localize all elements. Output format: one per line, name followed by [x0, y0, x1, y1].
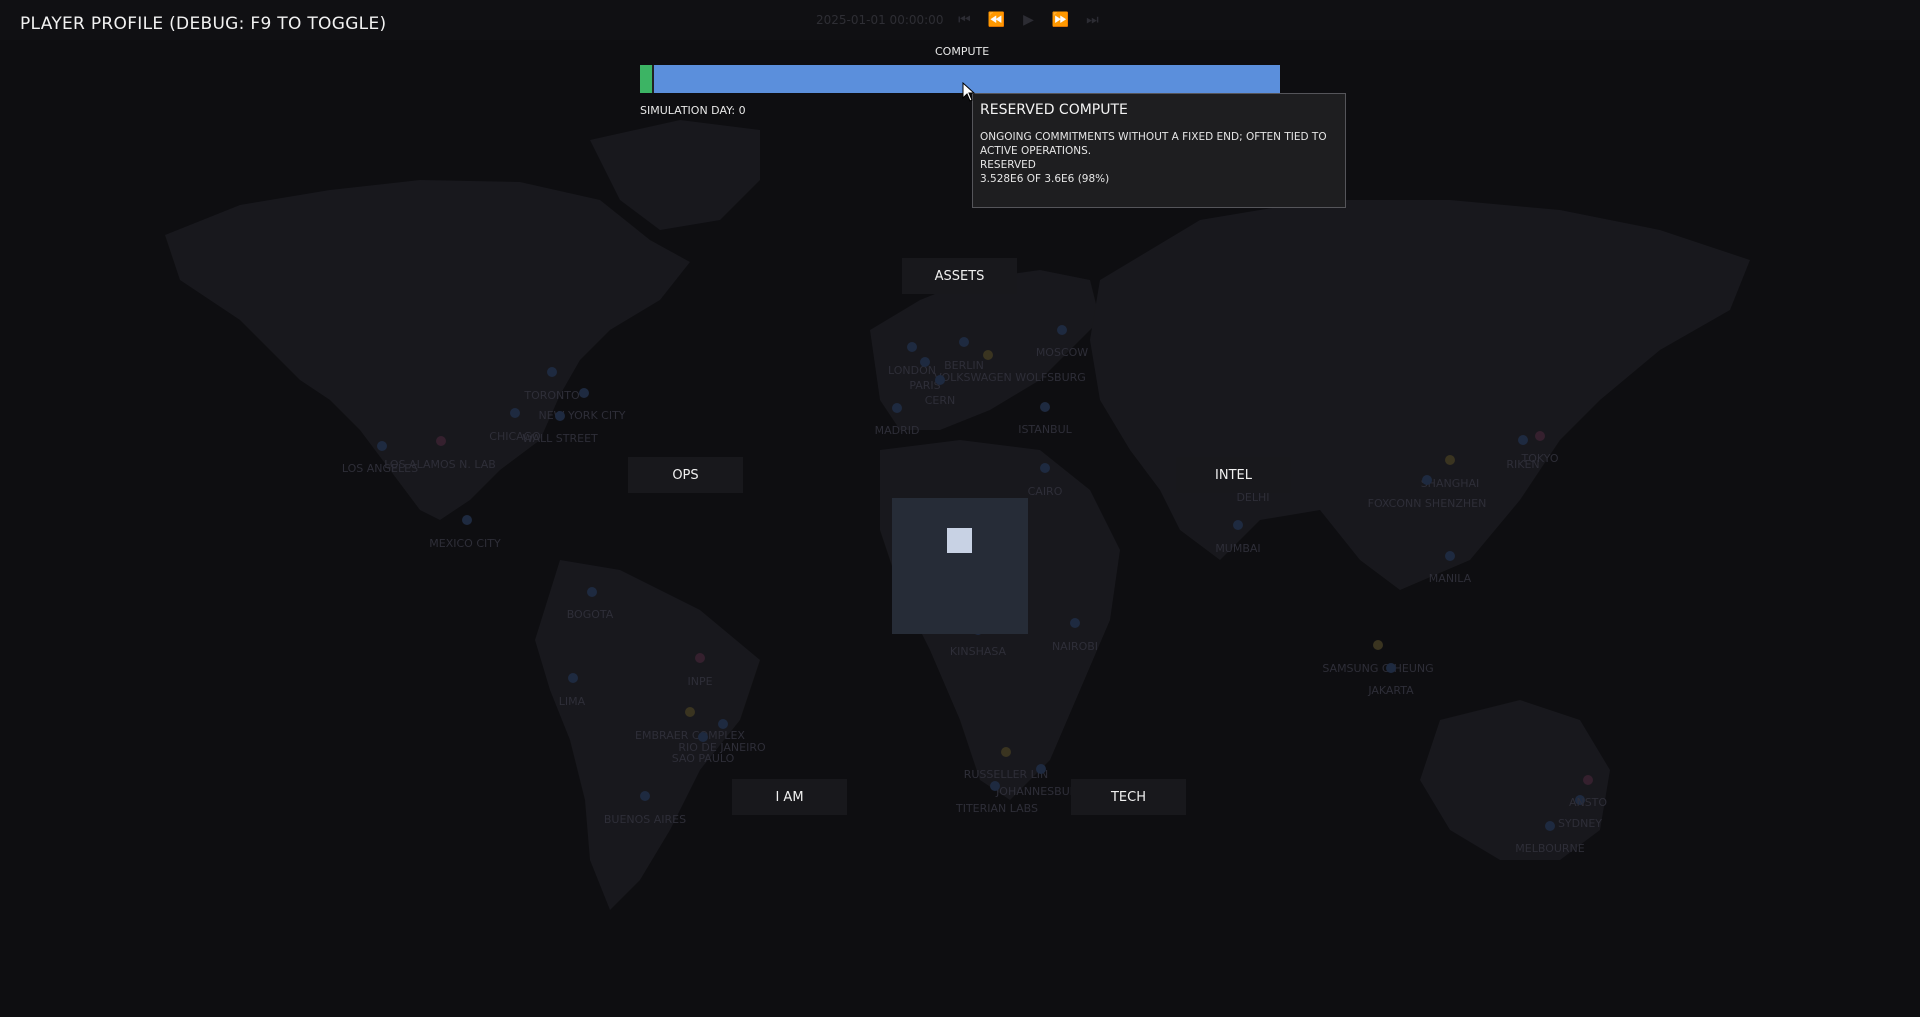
- rewind-icon[interactable]: ⏪: [985, 11, 1007, 29]
- city-dot-paris[interactable]: [920, 357, 930, 367]
- city-dot-shanghai[interactable]: [1445, 455, 1455, 465]
- assets-button[interactable]: ASSETS: [902, 258, 1017, 294]
- city-dot-mumbai[interactable]: [1233, 520, 1243, 530]
- hub-indicator: [947, 528, 972, 553]
- tooltip-description: ONGOING COMMITMENTS WITHOUT A FIXED END;…: [980, 131, 1327, 157]
- city-label-moscow: MOSCOW: [1036, 346, 1088, 359]
- city-label-nairobi: NAIROBI: [1052, 640, 1098, 653]
- time-controls: 2025-01-01 00:00:00 ⏮ ⏪ ▶ ⏩ ⏭: [816, 10, 1103, 30]
- city-label-mexico-city: MEXICO CITY: [429, 537, 501, 550]
- play-icon[interactable]: ▶: [1017, 11, 1039, 29]
- i-am-button[interactable]: I AM: [732, 779, 847, 815]
- city-label-kinshasa: KINSHASA: [950, 645, 1007, 658]
- city-dot-samsung-giheung[interactable]: [1373, 640, 1383, 650]
- compute-segment-available[interactable]: [640, 65, 652, 93]
- city-label-wall-street: WALL STREET: [522, 432, 598, 445]
- city-dot-melbourne[interactable]: [1545, 821, 1555, 831]
- city-label-toronto: TORONTO: [523, 389, 580, 402]
- city-dot-cairo[interactable]: [1040, 463, 1050, 473]
- city-dot-mexico-city[interactable]: [462, 515, 472, 525]
- city-dot-toronto[interactable]: [547, 367, 557, 377]
- city-label-ansto: ANSTO: [1569, 796, 1607, 809]
- simulation-day: SIMULATION DAY: 0: [640, 104, 746, 117]
- step-back-icon[interactable]: ⏮: [953, 11, 975, 29]
- city-dot-rio-de-janeiro[interactable]: [718, 719, 728, 729]
- city-label-new-york-city: NEW YORK CITY: [538, 409, 625, 422]
- city-dot-nairobi[interactable]: [1070, 618, 1080, 628]
- compute-label: COMPUTE: [935, 45, 990, 58]
- city-label-istanbul: ISTANBUL: [1018, 423, 1072, 436]
- tech-button[interactable]: TECH: [1071, 779, 1186, 815]
- asia-landmass: [1090, 200, 1750, 590]
- city-label-manila: MANILA: [1429, 572, 1472, 585]
- city-dot-sao-paulo[interactable]: [698, 732, 708, 742]
- city-dot-foxconn-shenzhen[interactable]: [1422, 475, 1432, 485]
- city-label-samsung-giheung: SAMSUNG GIHEUNG: [1322, 662, 1433, 675]
- city-dot-riken[interactable]: [1518, 435, 1528, 445]
- compute-bar[interactable]: [640, 65, 1280, 93]
- city-label-bogota: BOGOTA: [567, 608, 614, 621]
- mouse-cursor-icon: [962, 82, 976, 102]
- city-dot-manila[interactable]: [1445, 551, 1455, 561]
- city-dot-istanbul[interactable]: [1040, 402, 1050, 412]
- center-hub[interactable]: [892, 498, 1028, 634]
- city-dot-ansto[interactable]: [1583, 775, 1593, 785]
- city-label-london: LONDON: [888, 364, 936, 377]
- city-dot-buenos-aires[interactable]: [640, 791, 650, 801]
- city-label-riken: RIKEN: [1506, 458, 1539, 471]
- city-dot-los-angeles[interactable]: [377, 441, 387, 451]
- city-dot-embraer-complex[interactable]: [685, 707, 695, 717]
- city-label-titerian-labs: TITERIAN LABS: [955, 802, 1038, 815]
- city-dot-london[interactable]: [907, 342, 917, 352]
- sim-clock: 2025-01-01 00:00:00: [816, 13, 944, 27]
- city-dot-chicago[interactable]: [510, 408, 520, 418]
- city-label-foxconn-shenzhen: FOXCONN SHENZHEN: [1368, 497, 1487, 510]
- city-label-jakarta: JAKARTA: [1367, 684, 1414, 697]
- tooltip-title: RESERVED COMPUTE: [980, 102, 1128, 118]
- city-dot-johannesburg[interactable]: [1036, 764, 1046, 774]
- city-label-cern: CERN: [925, 394, 956, 407]
- city-label-madrid: MADRID: [875, 424, 920, 437]
- city-dot-new-york-city[interactable]: [579, 388, 589, 398]
- city-dot-bogota[interactable]: [587, 587, 597, 597]
- tooltip-value: 3.528E6 OF 3.6E6 (98%): [980, 173, 1110, 185]
- ops-button[interactable]: OPS: [628, 457, 743, 493]
- city-dot-titerian-labs[interactable]: [990, 781, 1000, 791]
- city-label-cairo: CAIRO: [1028, 485, 1063, 498]
- city-dot-los-alamos-n-lab[interactable]: [436, 436, 446, 446]
- intel-button[interactable]: INTEL: [1176, 457, 1291, 493]
- player-profile-title[interactable]: PLAYER PROFILE (DEBUG: F9 TO TOGGLE): [20, 14, 386, 34]
- tooltip-category: RESERVED: [980, 159, 1036, 171]
- city-label-sao-paulo: SAO PAULO: [672, 752, 735, 765]
- city-label-inpe: INPE: [687, 675, 712, 688]
- australia-landmass: [1420, 700, 1610, 860]
- city-dot-lima[interactable]: [568, 673, 578, 683]
- city-label-buenos-aires: BUENOS AIRES: [604, 813, 686, 826]
- city-label-volkswagen-wolfsburg: VOLKSWAGEN WOLFSBURG: [934, 371, 1086, 384]
- city-label-russeller-lin: RUSSELLER LIN: [964, 768, 1049, 781]
- city-dot-madrid[interactable]: [892, 403, 902, 413]
- city-label-los-alamos-n-lab: LOS ALAMOS N. LAB: [384, 458, 496, 471]
- city-label-lima: LIMA: [559, 695, 586, 708]
- city-dot-wall-street[interactable]: [555, 411, 565, 421]
- city-dot-jakarta[interactable]: [1386, 663, 1396, 673]
- reserved-compute-tooltip: RESERVED COMPUTE ONGOING COMMITMENTS WIT…: [972, 93, 1346, 208]
- city-label-sydney: SYDNEY: [1558, 817, 1602, 830]
- city-label-melbourne: MELBOURNE: [1515, 842, 1585, 855]
- city-dot-russeller-lin[interactable]: [1001, 747, 1011, 757]
- city-dot-berlin[interactable]: [959, 337, 969, 347]
- city-label-mumbai: MUMBAI: [1215, 542, 1260, 555]
- city-dot-inpe[interactable]: [695, 653, 705, 663]
- city-dot-tokyo[interactable]: [1535, 431, 1545, 441]
- fast-forward-icon[interactable]: ⏭: [1081, 11, 1103, 29]
- city-dot-moscow[interactable]: [1057, 325, 1067, 335]
- step-forward-icon[interactable]: ⏩: [1049, 11, 1071, 29]
- city-dot-cern[interactable]: [935, 375, 945, 385]
- city-dot-volkswagen-wolfsburg[interactable]: [983, 350, 993, 360]
